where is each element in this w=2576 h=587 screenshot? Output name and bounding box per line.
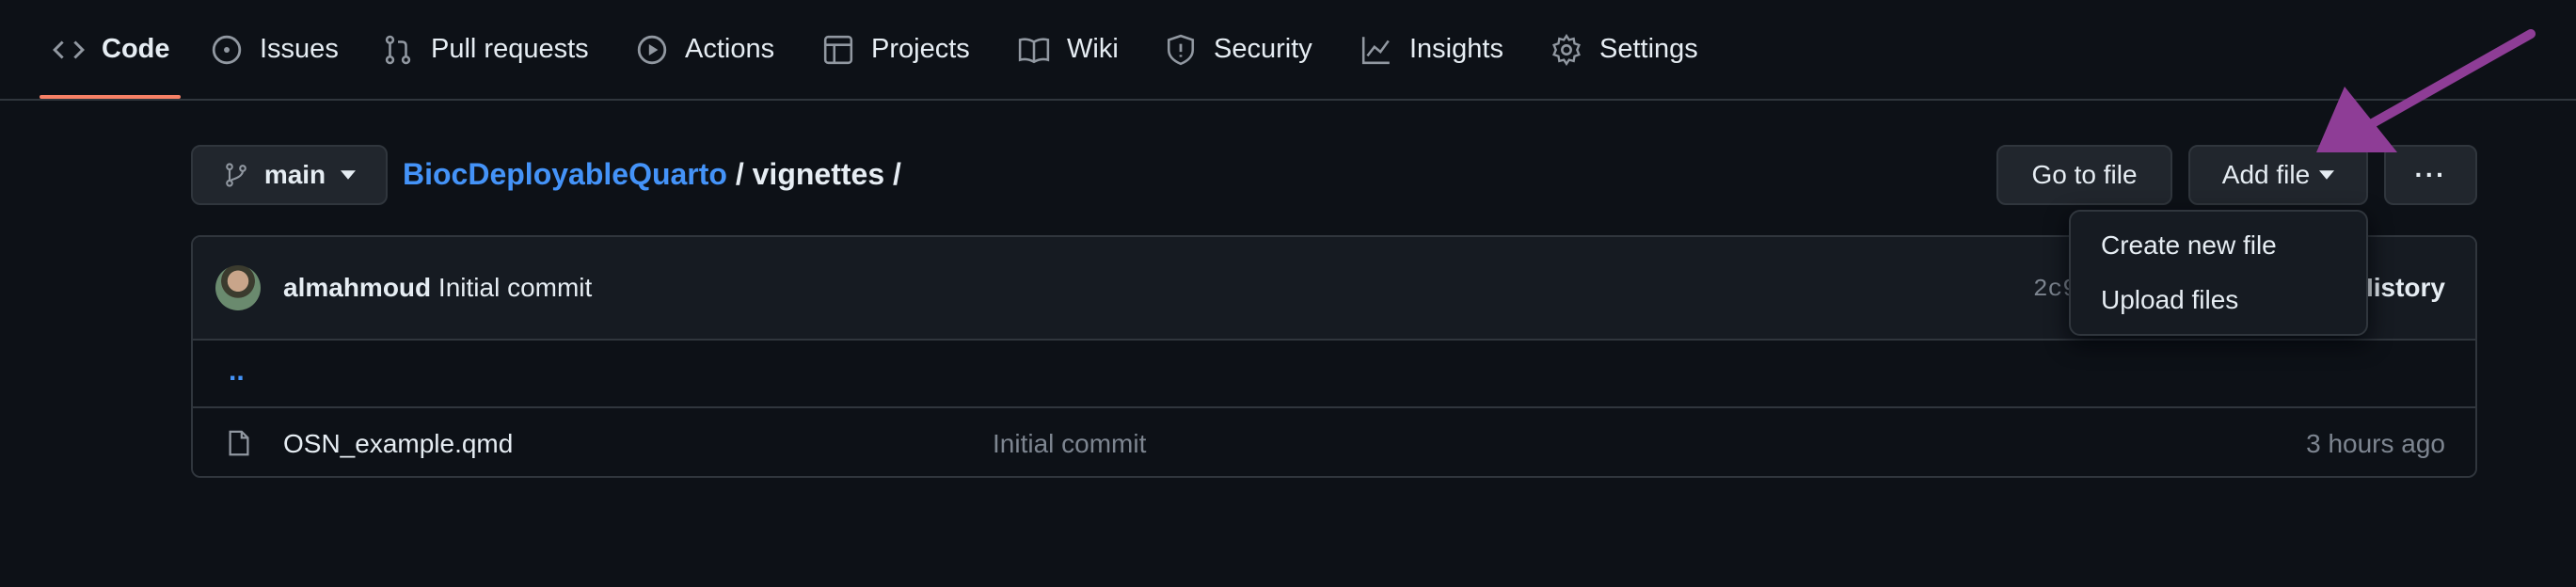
triangle-down-icon bbox=[341, 170, 357, 180]
go-to-file-button[interactable]: Go to file bbox=[1996, 145, 2172, 205]
tab-label: Pull requests bbox=[431, 34, 589, 64]
tab-label: Actions bbox=[685, 34, 775, 64]
tab-label: Issues bbox=[260, 34, 339, 64]
file-age: 3 hours ago bbox=[2306, 429, 2445, 458]
tab-label: Settings bbox=[1599, 34, 1698, 64]
tab-actions[interactable]: Actions bbox=[636, 0, 774, 99]
breadcrumb-separator: / bbox=[884, 156, 901, 191]
menu-item-upload-files[interactable]: Upload files bbox=[2101, 285, 2238, 315]
tab-issues[interactable]: Issues bbox=[211, 0, 339, 99]
go-to-file-label: Go to file bbox=[2031, 160, 2138, 189]
file-name-link[interactable]: OSN_example.qmd bbox=[283, 429, 513, 459]
table-icon bbox=[823, 35, 853, 64]
tab-security[interactable]: Security bbox=[1165, 0, 1312, 99]
table-row[interactable]: OSN_example.qmd Initial commit 3 hours a… bbox=[193, 406, 2475, 476]
commit-summary: almahmoud Initial commit bbox=[283, 273, 592, 303]
tab-label: Security bbox=[1214, 34, 1312, 64]
code-icon bbox=[53, 40, 85, 59]
breadcrumb-repo-link[interactable]: BiocDeployableQuarto bbox=[403, 157, 727, 192]
tab-settings[interactable]: Settings bbox=[1550, 0, 1698, 99]
tab-label: Projects bbox=[871, 34, 970, 64]
breadcrumb: BiocDeployableQuarto / vignettes / bbox=[403, 152, 901, 196]
history-link[interactable]: History bbox=[2355, 273, 2445, 303]
tab-projects[interactable]: Projects bbox=[822, 0, 970, 99]
annotation-arrow-icon bbox=[2316, 29, 2536, 152]
tab-label: Wiki bbox=[1067, 34, 1119, 64]
commit-author[interactable]: almahmoud bbox=[283, 273, 431, 302]
git-pull-request-icon bbox=[385, 35, 411, 64]
shield-icon bbox=[1167, 34, 1195, 65]
breadcrumb-separator: / bbox=[726, 156, 753, 191]
tab-label: Code bbox=[102, 34, 170, 64]
issue-opened-icon bbox=[212, 35, 242, 64]
file-icon bbox=[229, 430, 249, 456]
commit-message[interactable]: Initial commit bbox=[438, 273, 592, 302]
tab-pull-requests[interactable]: Pull requests bbox=[382, 0, 589, 99]
avatar[interactable] bbox=[215, 265, 261, 310]
triangle-down-icon bbox=[2319, 170, 2335, 180]
parent-directory-row[interactable]: .. bbox=[193, 339, 2475, 406]
branch-select-button[interactable]: main bbox=[191, 145, 388, 205]
parent-directory-link[interactable]: .. bbox=[229, 356, 245, 388]
repo-nav: Code Issues Pull requests Actions Projec… bbox=[0, 0, 2576, 101]
file-commit-message[interactable]: Initial commit bbox=[993, 429, 1146, 459]
add-file-menu: Create new file Upload files bbox=[2069, 210, 2368, 336]
git-branch-icon bbox=[225, 163, 246, 187]
gear-icon bbox=[1552, 33, 1581, 66]
active-tab-indicator bbox=[40, 95, 181, 99]
menu-item-create-new-file[interactable]: Create new file bbox=[2101, 230, 2277, 261]
play-icon bbox=[637, 35, 667, 64]
graph-icon bbox=[1361, 36, 1390, 64]
breadcrumb-current-folder: vignettes bbox=[752, 156, 885, 191]
tab-code[interactable]: Code bbox=[53, 0, 170, 99]
tab-label: Insights bbox=[1409, 34, 1503, 64]
tab-wiki[interactable]: Wiki bbox=[1018, 0, 1119, 99]
book-icon bbox=[1018, 37, 1050, 63]
branch-name: main bbox=[263, 160, 326, 189]
tab-insights[interactable]: Insights bbox=[1360, 0, 1503, 99]
